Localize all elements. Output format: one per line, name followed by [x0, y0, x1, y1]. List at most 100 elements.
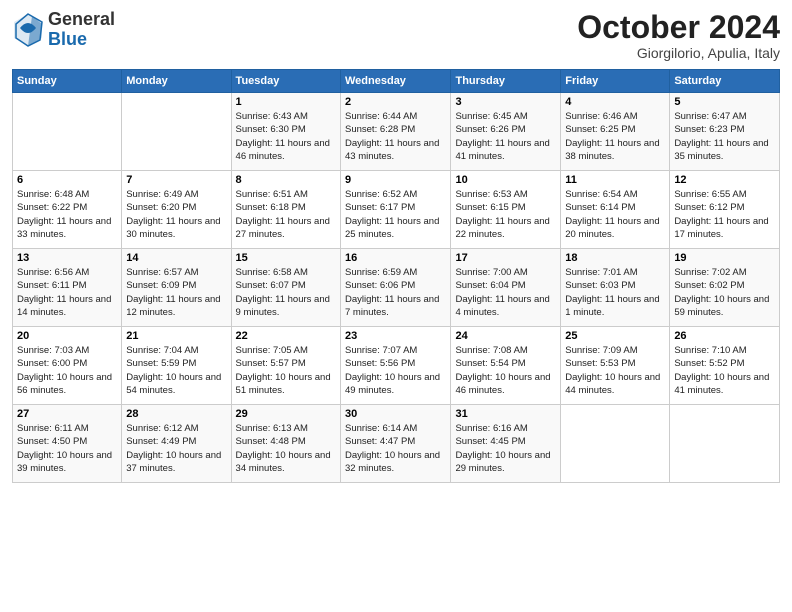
- day-sunset: Sunset: 6:18 PM: [236, 202, 306, 213]
- day-number: 19: [674, 252, 775, 264]
- day-daylight: Daylight: 10 hours and 39 minutes.: [17, 450, 112, 474]
- day-sunrise: Sunrise: 6:45 AM: [455, 111, 527, 122]
- day-sunrise: Sunrise: 6:55 AM: [674, 189, 746, 200]
- day-number: 6: [17, 174, 117, 186]
- calendar-header: Sunday Monday Tuesday Wednesday Thursday…: [13, 70, 780, 93]
- day-sunrise: Sunrise: 6:16 AM: [455, 423, 527, 434]
- calendar-cell: 31 Sunrise: 6:16 AM Sunset: 4:45 PM Dayl…: [451, 405, 561, 483]
- day-number: 13: [17, 252, 117, 264]
- day-sunrise: Sunrise: 6:57 AM: [126, 267, 198, 278]
- calendar-cell: [13, 93, 122, 171]
- day-daylight: Daylight: 11 hours and 33 minutes.: [17, 216, 111, 240]
- day-sunrise: Sunrise: 7:05 AM: [236, 345, 308, 356]
- day-daylight: Daylight: 11 hours and 12 minutes.: [126, 294, 220, 318]
- day-sunrise: Sunrise: 6:44 AM: [345, 111, 417, 122]
- day-sunrise: Sunrise: 6:53 AM: [455, 189, 527, 200]
- day-daylight: Daylight: 11 hours and 7 minutes.: [345, 294, 439, 318]
- col-thursday: Thursday: [451, 70, 561, 93]
- day-daylight: Daylight: 10 hours and 34 minutes.: [236, 450, 331, 474]
- day-sunrise: Sunrise: 6:51 AM: [236, 189, 308, 200]
- header-row: Sunday Monday Tuesday Wednesday Thursday…: [13, 70, 780, 93]
- day-number: 10: [455, 174, 556, 186]
- calendar-week-2: 6 Sunrise: 6:48 AM Sunset: 6:22 PM Dayli…: [13, 171, 780, 249]
- day-sunset: Sunset: 6:15 PM: [455, 202, 525, 213]
- calendar-cell: [670, 405, 780, 483]
- day-sunset: Sunset: 4:49 PM: [126, 436, 196, 447]
- calendar-cell: 9 Sunrise: 6:52 AM Sunset: 6:17 PM Dayli…: [341, 171, 451, 249]
- day-daylight: Daylight: 10 hours and 46 minutes.: [455, 372, 550, 396]
- day-sunset: Sunset: 4:50 PM: [17, 436, 87, 447]
- calendar-cell: 19 Sunrise: 7:02 AM Sunset: 6:02 PM Dayl…: [670, 249, 780, 327]
- day-daylight: Daylight: 10 hours and 32 minutes.: [345, 450, 440, 474]
- col-tuesday: Tuesday: [231, 70, 340, 93]
- calendar-cell: 1 Sunrise: 6:43 AM Sunset: 6:30 PM Dayli…: [231, 93, 340, 171]
- day-sunrise: Sunrise: 7:10 AM: [674, 345, 746, 356]
- day-daylight: Daylight: 10 hours and 51 minutes.: [236, 372, 331, 396]
- col-saturday: Saturday: [670, 70, 780, 93]
- day-sunrise: Sunrise: 6:54 AM: [565, 189, 637, 200]
- calendar-cell: 24 Sunrise: 7:08 AM Sunset: 5:54 PM Dayl…: [451, 327, 561, 405]
- day-daylight: Daylight: 11 hours and 46 minutes.: [236, 138, 330, 162]
- day-daylight: Daylight: 11 hours and 35 minutes.: [674, 138, 768, 162]
- calendar-cell: 13 Sunrise: 6:56 AM Sunset: 6:11 PM Dayl…: [13, 249, 122, 327]
- calendar-cell: 27 Sunrise: 6:11 AM Sunset: 4:50 PM Dayl…: [13, 405, 122, 483]
- day-number: 5: [674, 96, 775, 108]
- day-sunset: Sunset: 5:52 PM: [674, 358, 744, 369]
- day-sunrise: Sunrise: 6:43 AM: [236, 111, 308, 122]
- day-sunrise: Sunrise: 7:02 AM: [674, 267, 746, 278]
- calendar-cell: 7 Sunrise: 6:49 AM Sunset: 6:20 PM Dayli…: [122, 171, 231, 249]
- day-sunset: Sunset: 5:56 PM: [345, 358, 415, 369]
- day-number: 18: [565, 252, 665, 264]
- day-sunset: Sunset: 4:48 PM: [236, 436, 306, 447]
- day-sunrise: Sunrise: 6:13 AM: [236, 423, 308, 434]
- day-sunrise: Sunrise: 7:03 AM: [17, 345, 89, 356]
- day-sunset: Sunset: 6:28 PM: [345, 124, 415, 135]
- calendar-cell: 4 Sunrise: 6:46 AM Sunset: 6:25 PM Dayli…: [561, 93, 670, 171]
- day-daylight: Daylight: 11 hours and 43 minutes.: [345, 138, 439, 162]
- day-sunrise: Sunrise: 7:04 AM: [126, 345, 198, 356]
- day-number: 2: [345, 96, 446, 108]
- logo-blue: Blue: [48, 30, 115, 50]
- day-daylight: Daylight: 10 hours and 54 minutes.: [126, 372, 221, 396]
- day-sunset: Sunset: 6:04 PM: [455, 280, 525, 291]
- page: General Blue October 2024 Giorgilorio, A…: [0, 0, 792, 612]
- day-sunset: Sunset: 6:02 PM: [674, 280, 744, 291]
- day-number: 8: [236, 174, 336, 186]
- day-sunset: Sunset: 6:20 PM: [126, 202, 196, 213]
- day-sunset: Sunset: 6:11 PM: [17, 280, 87, 291]
- day-sunrise: Sunrise: 6:49 AM: [126, 189, 198, 200]
- day-daylight: Daylight: 11 hours and 30 minutes.: [126, 216, 220, 240]
- header: General Blue October 2024 Giorgilorio, A…: [12, 10, 780, 61]
- col-friday: Friday: [561, 70, 670, 93]
- day-daylight: Daylight: 10 hours and 41 minutes.: [674, 372, 769, 396]
- calendar-cell: 14 Sunrise: 6:57 AM Sunset: 6:09 PM Dayl…: [122, 249, 231, 327]
- day-number: 15: [236, 252, 336, 264]
- day-sunrise: Sunrise: 6:11 AM: [17, 423, 89, 434]
- logo: General Blue: [12, 10, 115, 50]
- day-number: 21: [126, 330, 226, 342]
- title-block: October 2024 Giorgilorio, Apulia, Italy: [577, 10, 780, 61]
- day-sunset: Sunset: 6:03 PM: [565, 280, 635, 291]
- day-number: 30: [345, 408, 446, 420]
- day-number: 17: [455, 252, 556, 264]
- calendar-cell: 18 Sunrise: 7:01 AM Sunset: 6:03 PM Dayl…: [561, 249, 670, 327]
- day-number: 27: [17, 408, 117, 420]
- day-sunset: Sunset: 4:47 PM: [345, 436, 415, 447]
- day-sunset: Sunset: 4:45 PM: [455, 436, 525, 447]
- day-sunrise: Sunrise: 7:08 AM: [455, 345, 527, 356]
- col-monday: Monday: [122, 70, 231, 93]
- calendar-cell: 2 Sunrise: 6:44 AM Sunset: 6:28 PM Dayli…: [341, 93, 451, 171]
- day-sunset: Sunset: 6:25 PM: [565, 124, 635, 135]
- day-daylight: Daylight: 10 hours and 29 minutes.: [455, 450, 550, 474]
- day-sunrise: Sunrise: 6:59 AM: [345, 267, 417, 278]
- calendar-cell: 29 Sunrise: 6:13 AM Sunset: 4:48 PM Dayl…: [231, 405, 340, 483]
- day-number: 11: [565, 174, 665, 186]
- day-sunset: Sunset: 6:07 PM: [236, 280, 306, 291]
- day-sunset: Sunset: 6:06 PM: [345, 280, 415, 291]
- calendar-cell: 17 Sunrise: 7:00 AM Sunset: 6:04 PM Dayl…: [451, 249, 561, 327]
- day-sunset: Sunset: 6:30 PM: [236, 124, 306, 135]
- day-number: 9: [345, 174, 446, 186]
- calendar-cell: 16 Sunrise: 6:59 AM Sunset: 6:06 PM Dayl…: [341, 249, 451, 327]
- day-sunset: Sunset: 6:14 PM: [565, 202, 635, 213]
- day-daylight: Daylight: 11 hours and 20 minutes.: [565, 216, 659, 240]
